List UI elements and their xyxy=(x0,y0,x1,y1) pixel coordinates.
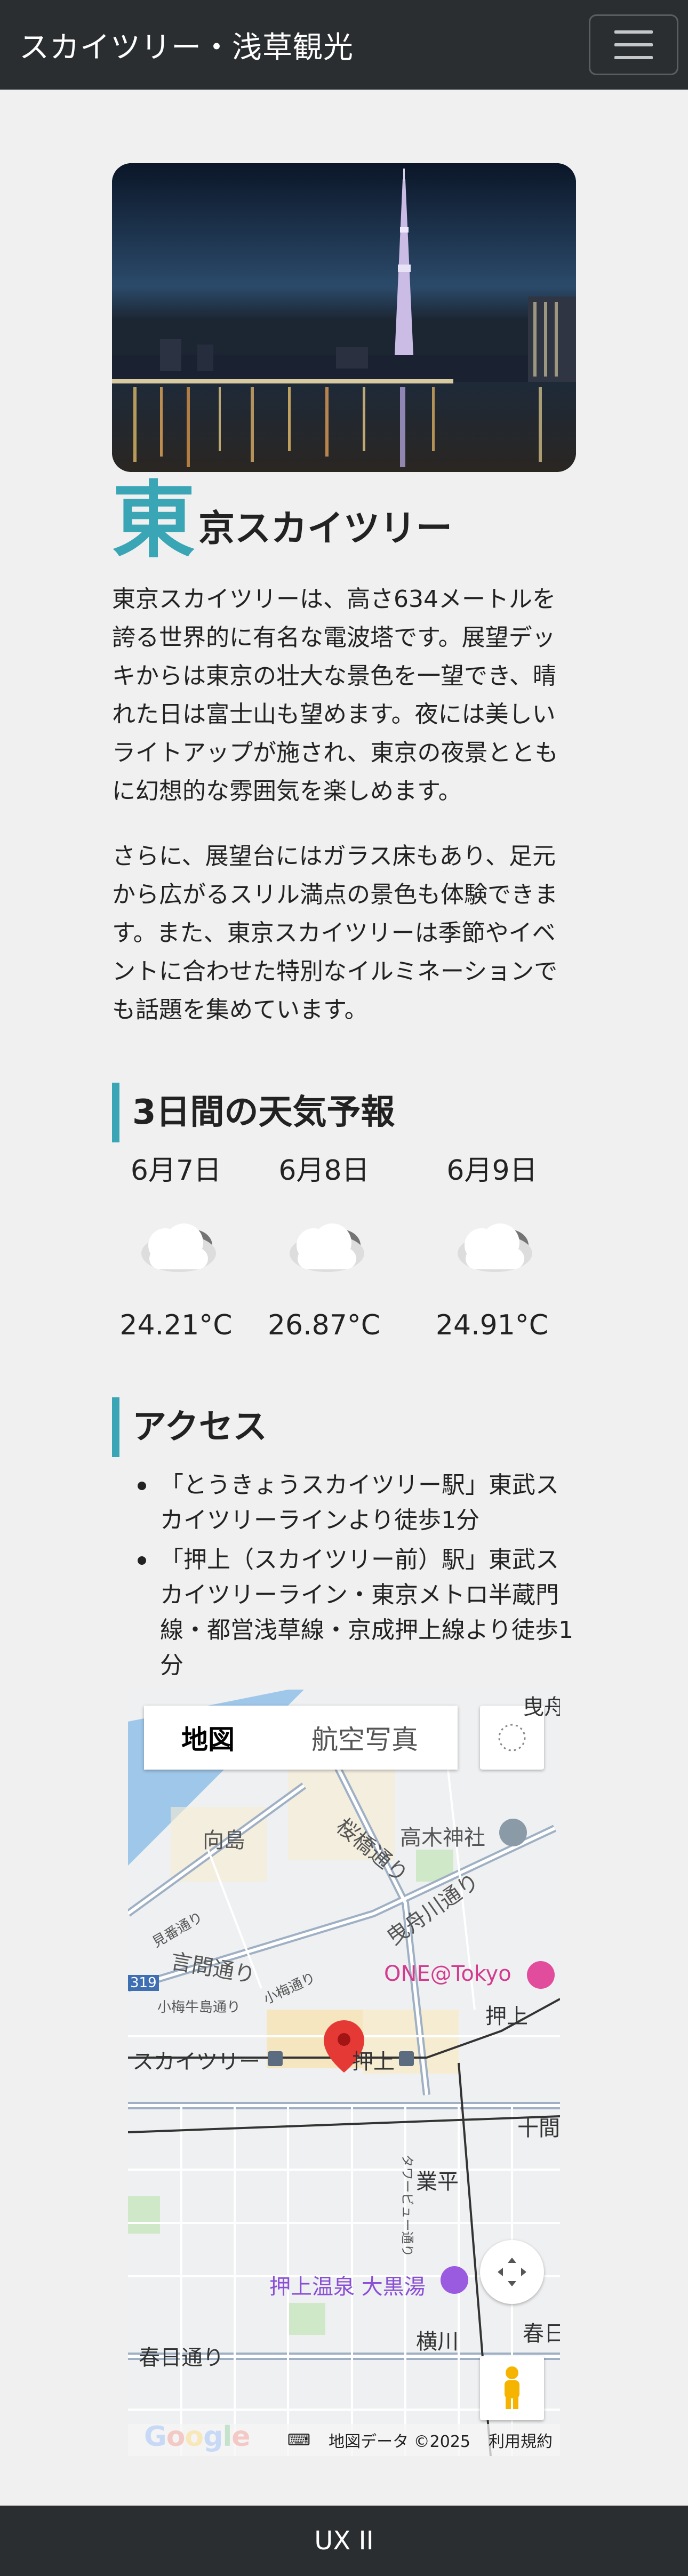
map-label: 319 xyxy=(128,1975,159,1991)
map-label: 押上 xyxy=(485,2004,528,2029)
intro-paragraph-1: 東京スカイツリーは、高さ634メートルを誇る世界的に有名な電波塔です。展望デッキ… xyxy=(112,586,558,805)
map-label: ONE@Tokyo xyxy=(384,1962,511,1986)
navbar: スカイツリー・浅草観光 xyxy=(0,0,688,90)
street-view-button[interactable] xyxy=(480,2356,544,2420)
page-title: 東 京スカイツリー xyxy=(112,479,452,562)
cloud-icon xyxy=(112,1189,240,1307)
camera-control-button[interactable] xyxy=(480,2240,544,2304)
map-label: 押上 xyxy=(352,2050,395,2074)
brand-title[interactable]: スカイツリー・浅草観光 xyxy=(19,23,354,67)
weather-date: 6月8日 xyxy=(278,1155,370,1187)
weather-temp: 24.21°C xyxy=(119,1309,233,1341)
pegman-icon xyxy=(505,2366,519,2409)
map-tab-map[interactable]: 地図 xyxy=(144,1706,272,1770)
map-data-attribution[interactable]: 地図データ ©2025 xyxy=(329,2428,470,2452)
intro-paragraph-2: さらに、展望台にはガラス床もあり、足元から広がるスリル満点の景色も体験できます。… xyxy=(112,843,558,1023)
access-list: 「とうきょうスカイツリー駅」東武スカイツリーラインより徒歩1分 「押上（スカイツ… xyxy=(133,1468,581,1687)
map-label: 春日 xyxy=(523,2322,560,2346)
map-label: 向島 xyxy=(203,1828,245,1853)
pan-arrows-icon xyxy=(498,2258,526,2286)
title-first-char: 東 xyxy=(112,472,195,569)
cloud-icon xyxy=(240,1189,408,1307)
map-tab-satellite[interactable]: 航空写真 xyxy=(272,1706,458,1770)
map-terms-link[interactable]: 利用規約 xyxy=(489,2428,553,2452)
weather-date: 6月9日 xyxy=(446,1155,538,1187)
hero-image xyxy=(112,163,576,472)
map-label: 曳舟 xyxy=(523,1695,560,1719)
google-map[interactable]: 地図 航空写真 向島 桜橋通り 高木神社 見番通り 曳舟川通り 言問通り ONE… xyxy=(128,1690,560,2456)
map-type-toggle: 地図 航空写真 xyxy=(144,1706,458,1770)
map-label: 横川 xyxy=(416,2330,459,2354)
map-label: 業平 xyxy=(416,2170,459,2194)
map-label: スカイツリー xyxy=(132,2050,260,2074)
map-label: タワービュー通り xyxy=(399,2154,415,2257)
map-label: 高木神社 xyxy=(400,1826,485,1850)
title-rest: 京スカイツリー xyxy=(198,508,453,550)
weather-temp: 24.91°C xyxy=(435,1309,549,1341)
access-heading: アクセス xyxy=(112,1397,576,1457)
map-label: 小梅牛島通り xyxy=(157,1999,241,2015)
list-item: 「押上（スカイツリー前）駅」東武スカイツリーライン・東京メトロ半蔵門線・都営浅草… xyxy=(133,1542,581,1683)
weather-day: 6月8日 26.87°C xyxy=(240,1152,408,1344)
weather-forecast: 6月7日 24.21°C 6月8日 26.87°C 6月9日 24.91°C xyxy=(112,1152,576,1344)
hamburger-icon xyxy=(614,30,653,34)
weather-day: 6月7日 24.21°C xyxy=(112,1152,240,1344)
cloud-icon xyxy=(408,1189,576,1307)
map-label: 春日通り xyxy=(139,2346,224,2370)
map-footer: ⌨ 地図データ ©2025 利用規約 xyxy=(128,2424,560,2456)
weather-temp: 26.87°C xyxy=(267,1309,381,1341)
list-item: 「とうきょうスカイツリー駅」東武スカイツリーラインより徒歩1分 xyxy=(133,1468,581,1538)
weather-date: 6月7日 xyxy=(130,1155,222,1187)
weather-day: 6月9日 24.91°C xyxy=(408,1152,576,1344)
footer-text: UX II xyxy=(314,2526,374,2556)
map-label: 十間 xyxy=(517,2116,560,2141)
fullscreen-icon xyxy=(498,1724,526,1751)
keyboard-icon[interactable]: ⌨ xyxy=(287,2431,310,2450)
page-footer: UX II xyxy=(0,2506,688,2576)
weather-heading: 3日間の天気予報 xyxy=(112,1083,576,1142)
map-label: 押上温泉 大黒湯 xyxy=(269,2275,426,2299)
menu-toggle-button[interactable] xyxy=(589,14,678,75)
